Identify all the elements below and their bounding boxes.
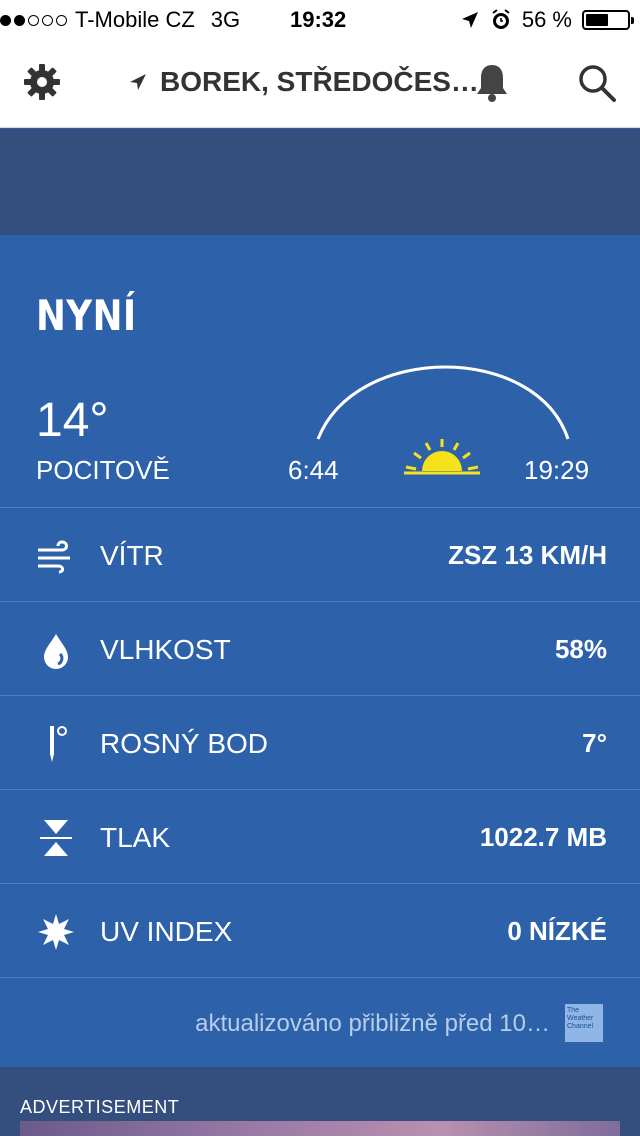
signal-strength-icon xyxy=(0,14,67,26)
sun-path-arc xyxy=(316,365,570,440)
advertisement-banner-image[interactable] xyxy=(20,1121,620,1136)
carrier-name: T-Mobile CZ xyxy=(75,7,195,32)
notification-bell-icon[interactable] xyxy=(474,62,510,104)
update-footer: aktualizováno přibližně před 10… The Wea… xyxy=(0,977,640,1067)
settings-gear-icon[interactable] xyxy=(22,62,62,102)
location-arrow-icon xyxy=(130,74,146,90)
alarm-icon xyxy=(492,9,510,29)
sun-icon xyxy=(404,439,480,475)
thermometer-icon xyxy=(50,726,67,762)
battery-percent: 56 % xyxy=(521,7,572,32)
detail-label: ROSNÝ BOD xyxy=(100,728,269,759)
weather-channel-logo[interactable]: The Weather Channel xyxy=(565,1004,603,1042)
detail-row-uv-index: UV INDEX 0 NÍZKÉ xyxy=(0,883,640,977)
advertisement-label: ADVERTISEMENT xyxy=(20,1097,180,1117)
navigation-bar: BOREK, STŘEDOČES… xyxy=(0,40,640,128)
detail-row-dew-point: ROSNÝ BOD 7° xyxy=(0,695,640,789)
detail-label: UV INDEX xyxy=(100,916,233,947)
detail-label: VÍTR xyxy=(100,540,164,571)
uv-sun-icon xyxy=(38,914,74,950)
detail-value: 0 NÍZKÉ xyxy=(507,916,607,946)
location-arrow-icon xyxy=(461,12,478,28)
detail-label: TLAK xyxy=(100,822,171,853)
wind-icon xyxy=(38,540,70,574)
detail-label: VLHKOST xyxy=(100,634,231,665)
last-updated-text: aktualizováno přibližně před 10… xyxy=(195,1010,550,1037)
feels-like-label: POCITOVĚ xyxy=(36,455,170,485)
search-icon[interactable] xyxy=(576,62,618,104)
detail-value: 58% xyxy=(554,634,607,664)
detail-value: 7° xyxy=(582,728,607,758)
battery-fill xyxy=(586,14,609,26)
detail-row-wind: VÍTR ZSZ 13 KM/H xyxy=(0,507,640,601)
sunset-time: 19:29 xyxy=(524,455,590,485)
status-bar: T-Mobile CZ 3G 19:32 56 % xyxy=(0,0,640,40)
top-band xyxy=(0,129,640,235)
detail-row-humidity: VLHKOST 58% xyxy=(0,601,640,695)
detail-value: ZSZ 13 KM/H xyxy=(448,540,607,570)
detail-value: 1022.7 MB xyxy=(479,822,607,852)
pressure-icon xyxy=(40,820,72,856)
battery-icon xyxy=(582,10,634,30)
current-conditions-card: NYNÍ 14° POCITOVĚ 6:44 19:29 VÍTR ZSZ 13… xyxy=(0,235,640,1067)
card-title: NYNÍ xyxy=(36,291,137,340)
sunrise-time: 6:44 xyxy=(288,455,339,485)
location-name: BOREK, STŘEDOČES… xyxy=(160,66,479,97)
current-temperature: 14° xyxy=(36,394,109,447)
humidity-drop-icon xyxy=(44,634,68,669)
advertisement-area: ADVERTISEMENT xyxy=(0,1067,640,1136)
network-type: 3G xyxy=(210,7,241,32)
location-selector[interactable]: BOREK, STŘEDOČES… xyxy=(128,66,479,98)
detail-row-pressure: TLAK 1022.7 MB xyxy=(0,789,640,883)
clock: 19:32 xyxy=(290,7,347,32)
